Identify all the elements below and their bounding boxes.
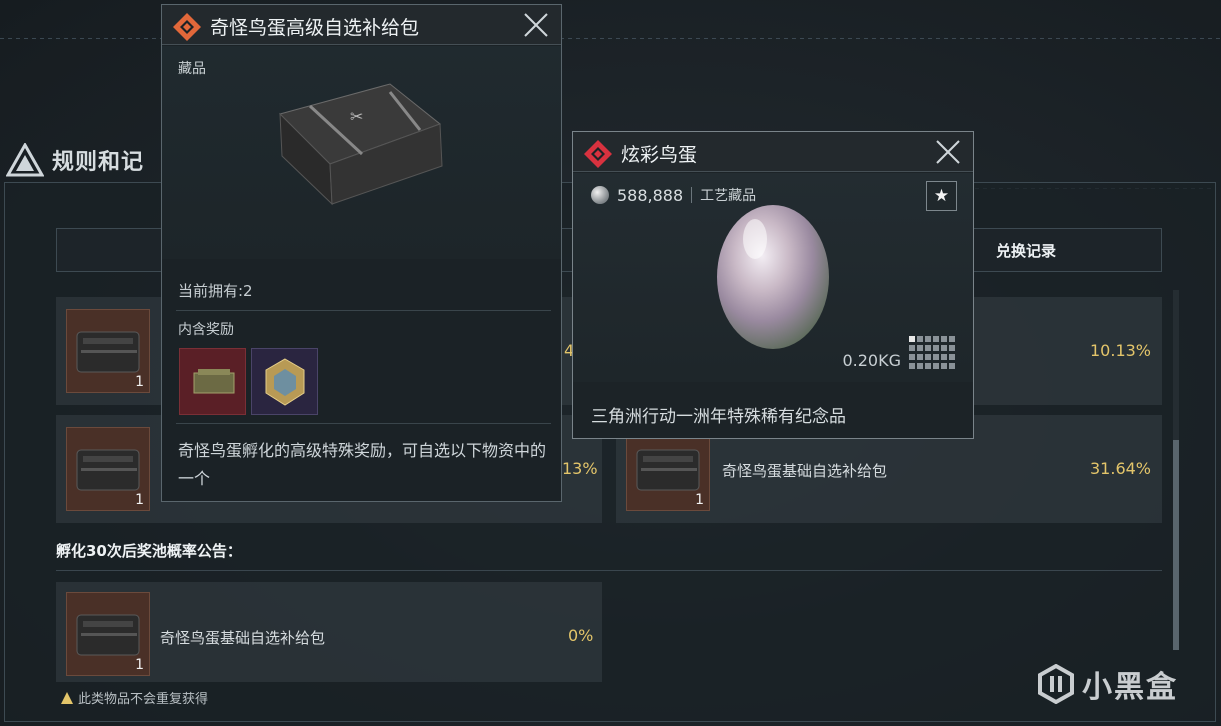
section-title: 孵化30次后奖池概率公告： [56,542,242,560]
svg-text:✂: ✂ [350,107,363,126]
egg-detail-popup: 炫彩鸟蛋 588,888 工艺藏品 ★ 0.20KG 三角洲行动一洲年特殊稀有纪… [572,131,974,439]
probability: 13% [562,459,598,478]
item-detail-popup: 奇怪鸟蛋高级自选补给包 藏品 ✂ 当前拥有:2 内含奖励 奇怪鸟蛋孵化的高级特殊… [161,4,562,502]
category-label: 藏品 [178,61,206,77]
watermark: 小黑盒 [1036,662,1178,706]
probability: 31.64% [1090,459,1152,478]
scrollbar-thumb[interactable] [1173,440,1179,650]
close-icon[interactable] [523,12,549,38]
probability: 0% [568,626,594,645]
item-description: 三角洲行动一洲年特殊稀有纪念品 [591,407,846,427]
inventory-grid-icon [909,336,955,369]
item-thumbnail: 1 [66,309,150,393]
close-icon[interactable] [935,139,961,165]
item-thumbnail: 1 [66,427,150,511]
panel-header: 规则和记 [6,140,144,180]
item-name: 奇怪鸟蛋基础自选补给包 [160,629,326,647]
popup-header: 奇怪鸟蛋高级自选补给包 [162,5,561,45]
warning-icon [61,691,73,704]
popup-title: 炫彩鸟蛋 [621,144,698,166]
favorite-button[interactable]: ★ [926,181,957,211]
popup-header: 炫彩鸟蛋 [573,132,973,172]
delta-logo-icon [6,143,44,177]
item-image-area: 藏品 ✂ [162,46,561,259]
item-thumbnail: 1 [66,592,150,676]
owned-count: 当前拥有:2 [178,282,253,300]
popup-title: 奇怪鸟蛋高级自选补给包 [210,17,420,39]
tab-exchange-record[interactable]: 兑换记录 [996,240,1056,261]
medal-icon [265,358,305,406]
divider [176,310,551,311]
probability: 10.13% [1090,341,1152,360]
item-weight: 0.20KG [842,351,901,370]
reward-item-crate[interactable] [179,348,246,415]
divider [56,570,1162,571]
rarity-badge-icon [173,13,201,41]
rarity-badge-icon [584,140,612,168]
list-item[interactable]: 1 奇怪鸟蛋基础自选补给包 0% [56,582,602,682]
divider [176,423,551,424]
item-description: 奇怪鸟蛋孵化的高级特殊奖励，可自选以下物资中的一个 [178,441,547,488]
coin-icon [591,186,609,204]
note: 此类物品不会重复获得 [60,688,208,707]
reward-item-badge[interactable] [251,348,318,415]
rewards-label: 内含奖励 [178,322,234,338]
panel-title: 规则和记 [52,150,145,175]
supply-case-image: ✂ [279,83,443,206]
price-value: 588,888 [617,185,684,205]
item-name: 奇怪鸟蛋基础自选补给包 [722,462,888,480]
iridescent-egg-image [717,205,829,349]
heybox-logo-icon [1038,664,1074,704]
ammo-crate-icon [193,369,235,394]
item-thumbnail: 1 [626,427,710,511]
item-image-area: 588,888 工艺藏品 ★ 0.20KG [573,173,973,382]
separator [691,187,693,203]
